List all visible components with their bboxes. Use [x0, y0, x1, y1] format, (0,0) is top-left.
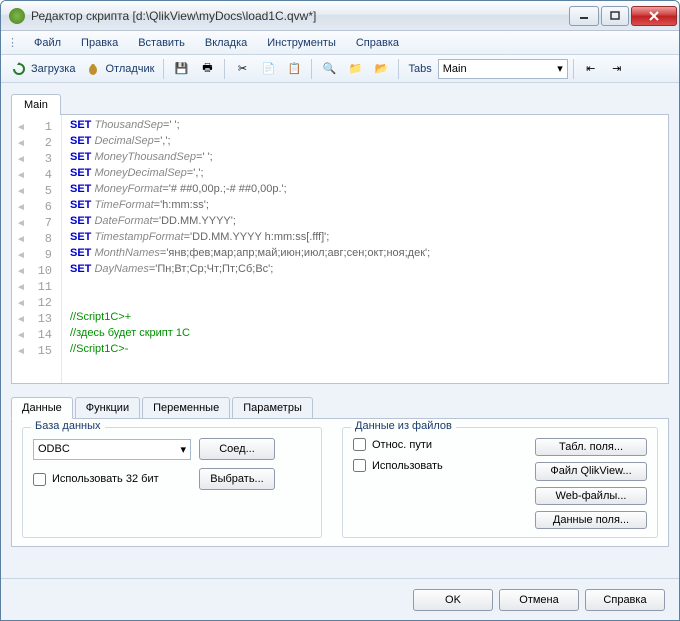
copy-button[interactable]: 📄 [256, 58, 280, 80]
paste-icon: 📋 [286, 61, 302, 77]
relative-paths-checkbox[interactable]: Относ. пути [353, 438, 523, 451]
tab-functions[interactable]: Функции [75, 397, 140, 419]
use-checkbox[interactable]: Использовать [353, 459, 523, 472]
chevron-down-icon: ▾ [180, 443, 186, 456]
menu-tab[interactable]: Вкладка [197, 33, 255, 53]
table-fields-button[interactable]: Табл. поля... [535, 438, 647, 456]
cancel-button[interactable]: Отмена [499, 589, 579, 611]
menu-file[interactable]: Файл [26, 33, 69, 53]
debugger-button[interactable]: Отладчик [81, 58, 158, 80]
code-editor[interactable]: ◄1◄2◄3◄4◄5◄6◄7◄8◄9◄10◄11◄12◄13◄14◄15 SET… [11, 114, 669, 384]
cut-icon: ✂ [234, 61, 250, 77]
tab-data[interactable]: Данные [11, 397, 73, 419]
tab-parameters[interactable]: Параметры [232, 397, 313, 419]
load-button[interactable]: Загрузка [7, 58, 79, 80]
bug-icon [85, 61, 101, 77]
print-button[interactable]: 🖶 [195, 58, 219, 80]
folder2-button[interactable]: 📂 [369, 58, 393, 80]
tab-right-icon: ⇥ [609, 61, 625, 77]
script-editor-window: Редактор скрипта [d:\QlikView\myDocs\loa… [0, 0, 680, 621]
menu-edit[interactable]: Правка [73, 33, 126, 53]
toolbar: Загрузка Отладчик 💾 🖶 ✂ 📄 📋 🔍 📁 📂 Tabs M… [1, 55, 679, 83]
tabs-label: Tabs [408, 63, 431, 75]
data-fields-button[interactable]: Данные поля... [535, 511, 647, 529]
ok-button[interactable]: OK [413, 589, 493, 611]
web-files-button[interactable]: Web-файлы... [535, 487, 647, 505]
use-32bit-checkbox[interactable]: Использовать 32 бит [33, 473, 191, 486]
code-area[interactable]: SET ThousandSep=' ';SET DecimalSep=',';S… [62, 115, 668, 383]
menu-insert[interactable]: Вставить [130, 33, 193, 53]
close-button[interactable] [631, 6, 677, 26]
editor-gutter: ◄1◄2◄3◄4◄5◄6◄7◄8◄9◄10◄11◄12◄13◄14◄15 [12, 115, 62, 383]
footer: OK Отмена Справка [1, 578, 679, 620]
copy-icon: 📄 [260, 61, 276, 77]
db-driver-dropdown[interactable]: ODBC ▾ [33, 439, 191, 460]
menubar: ⋮ Файл Правка Вставить Вкладка Инструмен… [1, 31, 679, 55]
tab-move-left-button[interactable]: ⇤ [579, 58, 603, 80]
help-button[interactable]: Справка [585, 589, 665, 611]
chevron-down-icon: ▾ [557, 62, 563, 75]
save-icon: 💾 [173, 61, 189, 77]
tab-left-icon: ⇤ [583, 61, 599, 77]
search-button[interactable]: 🔍 [317, 58, 341, 80]
app-icon [9, 8, 25, 24]
cut-button[interactable]: ✂ [230, 58, 254, 80]
file-legend: Данные из файлов [351, 420, 456, 432]
db-legend: База данных [31, 420, 105, 432]
window-title: Редактор скрипта [d:\QlikView\myDocs\loa… [31, 9, 567, 23]
qlikview-file-button[interactable]: Файл QlikView... [535, 462, 647, 480]
select-button[interactable]: Выбрать... [199, 468, 275, 490]
folder-icon: 📁 [347, 61, 363, 77]
reload-icon [11, 61, 27, 77]
tabs-dropdown[interactable]: Main ▾ [438, 59, 568, 79]
tab-variables[interactable]: Переменные [142, 397, 230, 419]
tab-move-right-button[interactable]: ⇥ [605, 58, 629, 80]
print-icon: 🖶 [199, 61, 215, 77]
save-button[interactable]: 💾 [169, 58, 193, 80]
folder-open-icon: 📂 [373, 61, 389, 77]
menu-help[interactable]: Справка [348, 33, 407, 53]
menu-tools[interactable]: Инструменты [259, 33, 344, 53]
menu-gripper[interactable]: ⋮ [7, 36, 18, 49]
paste-button[interactable]: 📋 [282, 58, 306, 80]
minimize-button[interactable] [569, 6, 599, 26]
titlebar[interactable]: Редактор скрипта [d:\QlikView\myDocs\loa… [1, 1, 679, 31]
open-button[interactable]: 📁 [343, 58, 367, 80]
search-icon: 🔍 [321, 61, 337, 77]
editor-tab-main[interactable]: Main [11, 94, 61, 115]
maximize-button[interactable] [601, 6, 629, 26]
connect-button[interactable]: Соед... [199, 438, 275, 460]
